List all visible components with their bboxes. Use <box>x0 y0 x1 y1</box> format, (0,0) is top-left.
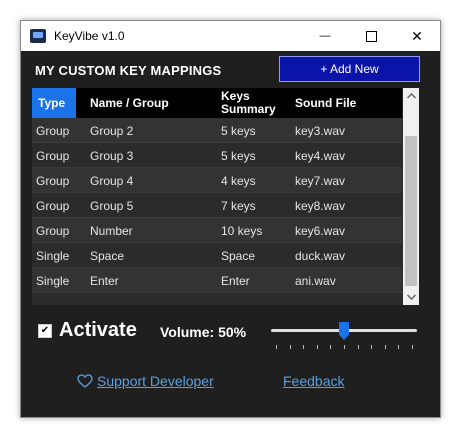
cell-keys: Space <box>221 248 256 263</box>
chevron-down-icon[interactable] <box>403 289 419 305</box>
maximize-icon <box>365 30 377 42</box>
table-row[interactable]: Group Group 5 7 keys key8.wav <box>32 193 402 218</box>
cell-type: Group <box>36 123 70 138</box>
feedback-link[interactable]: Feedback <box>283 373 344 389</box>
slider-tick <box>384 345 386 349</box>
close-button[interactable]: ✕ <box>394 21 440 51</box>
cell-keys: Enter <box>221 273 250 288</box>
cell-sound: ani.wav <box>295 273 336 288</box>
cell-sound: key7.wav <box>295 173 346 188</box>
slider-thumb[interactable] <box>339 322 349 340</box>
cell-type: Group <box>36 223 70 238</box>
cell-keys: 10 keys <box>221 223 263 238</box>
cell-name: Enter <box>90 273 119 288</box>
volume-slider[interactable] <box>271 321 417 361</box>
volume-label: Volume: 50% <box>160 324 247 340</box>
slider-tick <box>357 345 359 349</box>
table-row[interactable]: Group Group 3 5 keys key4.wav <box>32 143 402 168</box>
add-new-button[interactable]: + Add New <box>279 56 420 82</box>
cell-name: Number <box>90 223 133 238</box>
minimize-icon: — <box>319 30 331 42</box>
column-header-sound[interactable]: Sound File <box>295 88 356 118</box>
support-developer-link[interactable]: Support Developer <box>77 373 214 389</box>
cell-name: Group 4 <box>90 173 134 188</box>
cell-sound: duck.wav <box>295 248 346 263</box>
table-row[interactable]: Group Group 4 4 keys key7.wav <box>32 168 402 193</box>
slider-tick <box>303 345 305 349</box>
support-developer-label: Support Developer <box>97 373 214 389</box>
activate-checkbox[interactable]: ✔ <box>38 324 52 338</box>
cell-sound: key6.wav <box>295 223 346 238</box>
mappings-heading: MY CUSTOM KEY MAPPINGS <box>35 63 222 78</box>
slider-tick <box>276 345 277 349</box>
column-header-keys-line2: Summary <box>221 102 276 116</box>
app-window: KeyVibe v1.0 — ✕ MY CUSTOM KEY MAPPINGS … <box>20 20 441 418</box>
maximize-button[interactable] <box>348 21 394 51</box>
title-bar[interactable]: KeyVibe v1.0 — ✕ <box>21 21 440 51</box>
column-header-name[interactable]: Name / Group <box>90 88 169 118</box>
table-scrollbar[interactable] <box>403 88 419 305</box>
slider-tick <box>412 345 413 349</box>
cell-sound: key3.wav <box>295 123 346 138</box>
cell-name: Group 3 <box>90 148 134 163</box>
slider-tick <box>330 345 332 349</box>
cell-type: Group <box>36 173 70 188</box>
window-title: KeyVibe v1.0 <box>54 29 125 43</box>
heart-icon <box>77 374 93 388</box>
cell-type: Group <box>36 198 70 213</box>
keyboard-app-icon <box>30 29 46 43</box>
cell-type: Single <box>36 273 70 288</box>
column-header-type[interactable]: Type <box>32 88 76 118</box>
slider-tick <box>371 345 373 349</box>
cell-keys: 5 keys <box>221 123 256 138</box>
table-row[interactable]: Single Enter Enter ani.wav <box>32 268 402 293</box>
table-row[interactable]: Group Group 2 5 keys key3.wav <box>32 118 402 143</box>
cell-keys: 5 keys <box>221 148 256 163</box>
scroll-thumb[interactable] <box>405 136 417 286</box>
close-icon: ✕ <box>411 27 423 44</box>
cell-keys: 7 keys <box>221 198 256 213</box>
cell-name: Group 5 <box>90 198 134 213</box>
cell-name: Group 2 <box>90 123 134 138</box>
table-row[interactable]: Single Space Space duck.wav <box>32 243 402 268</box>
slider-tick <box>289 345 291 349</box>
cell-sound: key4.wav <box>295 148 346 163</box>
table-header: Type Name / Group Keys Summary Sound Fil… <box>32 88 402 118</box>
minimize-button[interactable]: — <box>302 21 348 51</box>
slider-tick <box>316 345 318 349</box>
cell-name: Space <box>90 248 125 263</box>
cell-type: Group <box>36 148 70 163</box>
slider-tick <box>344 345 345 349</box>
cell-type: Single <box>36 248 70 263</box>
slider-tick <box>398 345 400 349</box>
column-header-keys[interactable]: Keys Summary <box>221 88 276 118</box>
chevron-up-icon[interactable] <box>403 88 419 104</box>
table-row[interactable]: Group Number 10 keys key6.wav <box>32 218 402 243</box>
mappings-table: Type Name / Group Keys Summary Sound Fil… <box>32 88 419 305</box>
activate-label[interactable]: Activate <box>59 319 137 342</box>
cell-keys: 4 keys <box>221 173 256 188</box>
cell-sound: key8.wav <box>295 198 346 213</box>
